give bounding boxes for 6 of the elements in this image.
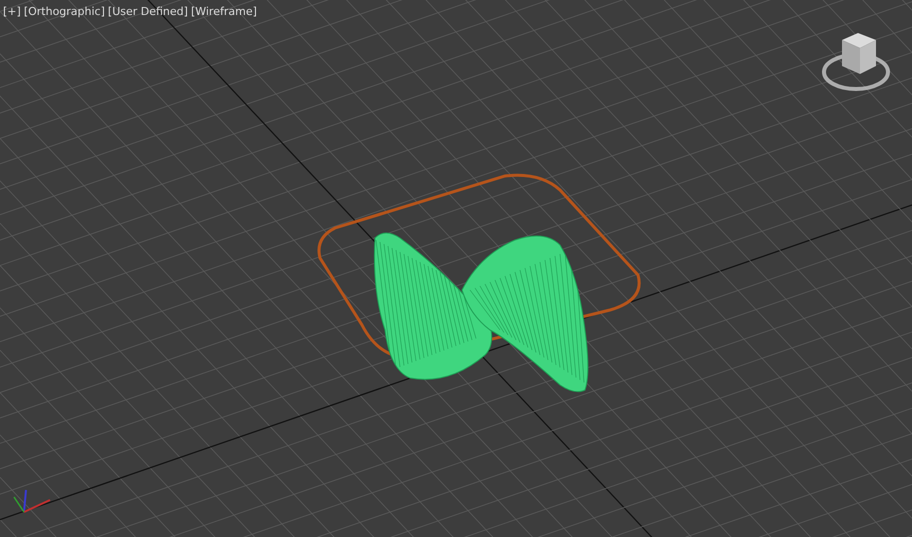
viewport-menu-label[interactable]: [Orthographic] xyxy=(24,5,105,19)
view-cube-drawing xyxy=(822,33,890,91)
viewport-menu-label[interactable]: [User Defined] xyxy=(108,5,188,19)
viewport-menu-label[interactable]: [+] xyxy=(3,5,21,19)
viewport-menu-label[interactable]: [Wireframe] xyxy=(190,5,257,19)
axis-gizmo-drawing xyxy=(13,490,50,513)
